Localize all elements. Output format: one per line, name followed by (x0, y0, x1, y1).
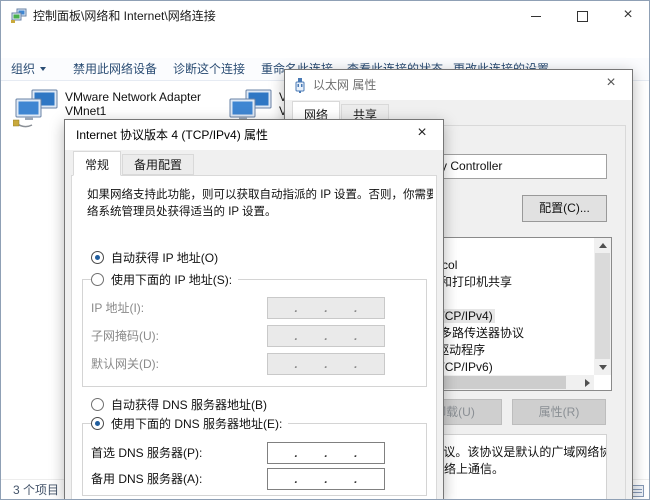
network-adapter-icon (13, 89, 59, 129)
subnet-mask-field (267, 325, 385, 347)
app-icon (11, 8, 27, 24)
ip-address-label: IP 地址(I): (91, 301, 144, 315)
items-count: 3 个项目 (13, 480, 59, 500)
close-button[interactable] (605, 1, 650, 31)
properties-button: 属性(R) (512, 399, 606, 425)
alternate-dns-label: 备用 DNS 服务器(A): (91, 472, 202, 486)
alternate-dns-field[interactable] (267, 468, 385, 490)
radio-label: 自动获得 DNS 服务器地址(B) (111, 398, 267, 412)
intro-text: 如果网络支持此功能，则可以获取自动指派的 IP 设置。否则，你需要从网 络系统管… (87, 187, 433, 221)
dialog-title: 以太网 属性 (313, 70, 376, 100)
configure-button[interactable]: 配置(C)... (522, 195, 607, 222)
radio-label: 使用下面的 IP 地址(S): (111, 273, 232, 287)
radio-manual-dns[interactable]: 使用下面的 DNS 服务器地址(E): (91, 417, 288, 433)
ip-address-field (267, 297, 385, 319)
close-icon[interactable] (401, 120, 443, 148)
minimize-button[interactable] (513, 1, 559, 31)
scroll-right-icon[interactable] (585, 379, 590, 387)
scroll-up-icon[interactable] (599, 243, 607, 248)
network-connections-window: 控制面板\网络和 Internet\网络连接 ← → ↑ 控制面板 网络和 In… (0, 0, 650, 500)
scroll-down-icon[interactable] (599, 365, 607, 370)
radio-auto-dns[interactable]: 自动获得 DNS 服务器地址(B) (91, 398, 267, 414)
preferred-dns-label: 首选 DNS 服务器(P): (91, 446, 202, 460)
radio-icon[interactable] (91, 398, 104, 411)
radio-label: 使用下面的 DNS 服务器地址(E): (111, 417, 282, 431)
preferred-dns-field[interactable] (267, 442, 385, 464)
toolbar-item-organize[interactable]: 组织 (11, 58, 46, 80)
ethernet-icon (294, 77, 306, 93)
adapter-id: VMnet1 (65, 104, 106, 118)
tab-alternate-configuration[interactable]: 备用配置 (122, 154, 194, 175)
radio-manual-ip[interactable]: 使用下面的 IP 地址(S): (91, 273, 238, 289)
subnet-mask-label: 子网掩码(U): (91, 329, 159, 343)
dialog-title: Internet 协议版本 4 (TCP/IPv4) 属性 (76, 120, 268, 150)
radio-auto-ip[interactable]: 自动获得 IP 地址(O) (91, 251, 218, 267)
navigation-bar: ← → ↑ 控制面板 网络和 Internet 网络连接 在 网络连接 中搜索 (1, 31, 650, 58)
scrollbar-thumb[interactable] (595, 253, 610, 359)
radio-selected-icon[interactable] (91, 417, 104, 430)
close-icon[interactable] (590, 70, 632, 98)
title-bar: 控制面板\网络和 Internet\网络连接 (1, 1, 650, 31)
toolbar-item-diagnose-connection[interactable]: 诊断这个连接 (173, 58, 245, 80)
adapter-name: VMware Network Adapter (65, 90, 201, 104)
vertical-scrollbar[interactable] (594, 238, 611, 375)
chevron-down-icon (40, 67, 46, 71)
dialog-title-bar: Internet 协议版本 4 (TCP/IPv4) 属性 (65, 120, 443, 150)
radio-icon[interactable] (91, 273, 104, 286)
radio-label: 自动获得 IP 地址(O) (111, 251, 218, 265)
default-gateway-label: 默认网关(D): (91, 357, 159, 371)
default-gateway-field (267, 353, 385, 375)
tab-general[interactable]: 常规 (73, 151, 121, 176)
dialog-title-bar: 以太网 属性 (285, 70, 632, 100)
toolbar-item-disable-device[interactable]: 禁用此网络设备 (73, 58, 157, 80)
radio-selected-icon[interactable] (91, 251, 104, 264)
maximize-button[interactable] (559, 1, 605, 31)
ipv4-properties-dialog: Internet 协议版本 4 (TCP/IPv4) 属性 常规 备用配置 如果… (64, 119, 444, 500)
window-title: 控制面板\网络和 Internet\网络连接 (33, 1, 216, 31)
